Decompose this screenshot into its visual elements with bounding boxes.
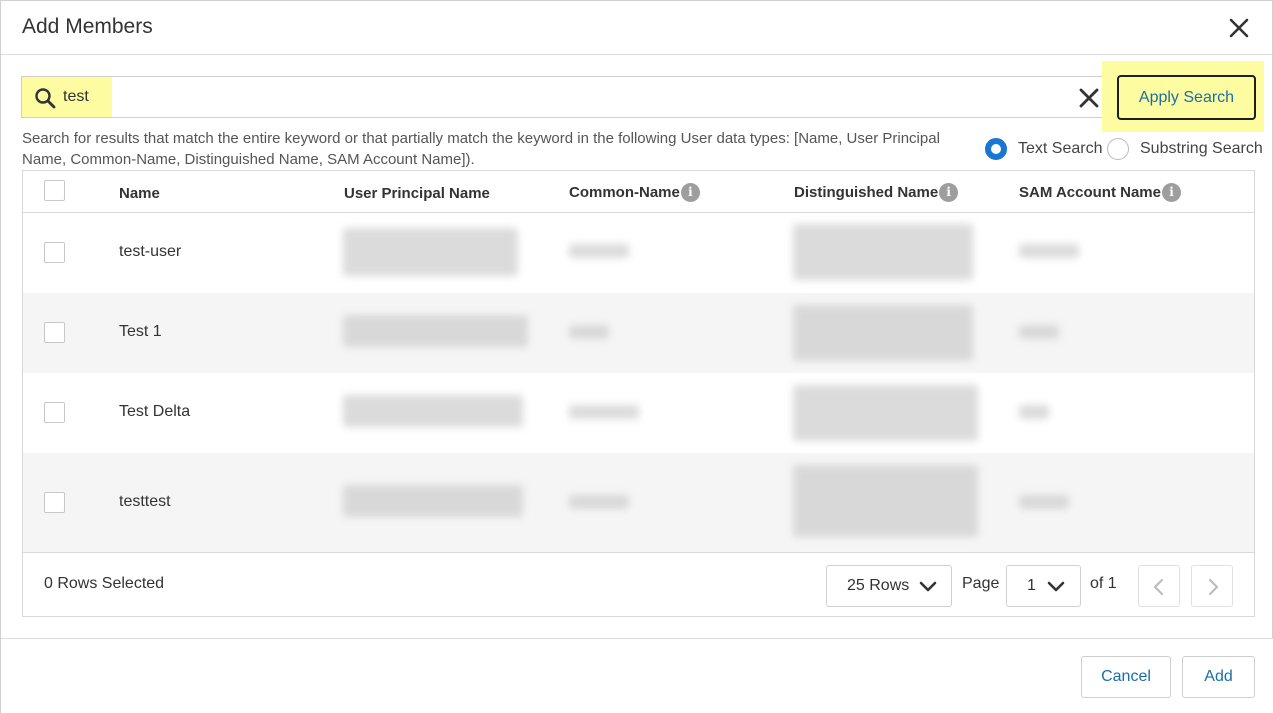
- cell-name: testtest: [119, 493, 171, 510]
- dialog-title: Add Members: [22, 15, 153, 38]
- rows-selected-count: 0 Rows Selected: [44, 575, 165, 592]
- row-checkbox[interactable]: [44, 402, 65, 423]
- chevron-down-icon: [1047, 581, 1065, 592]
- search-hint: Search for results that match the entire…: [22, 130, 940, 168]
- column-header-common-name[interactable]: Common-Name i: [569, 183, 700, 202]
- column-header-distinguished-name[interactable]: Distinguished Name i: [794, 183, 959, 202]
- page-number-select[interactable]: 1: [1006, 565, 1081, 607]
- previous-page-button[interactable]: [1138, 565, 1180, 607]
- dialog-header: Add Members: [1, 1, 1273, 55]
- redacted-distinguished-name: [793, 305, 973, 361]
- radio-unselected-icon: [1107, 138, 1129, 160]
- redacted-distinguished-name: [793, 224, 973, 280]
- redacted-upn: [343, 228, 518, 276]
- table-row[interactable]: test-user: [23, 214, 1254, 293]
- search-icon: [34, 87, 56, 109]
- total-pages: of 1: [1090, 575, 1117, 592]
- dialog-footer: Cancel Add: [1, 638, 1273, 713]
- cell-name: Test 1: [119, 323, 162, 340]
- next-page-button[interactable]: [1191, 565, 1233, 607]
- table-footer: 0 Rows Selected 25 Rows Page 1 of 1: [23, 552, 1254, 616]
- column-header-upn[interactable]: User Principal Name: [344, 185, 490, 202]
- redacted-sam-account: [1019, 325, 1059, 339]
- column-header-name[interactable]: Name: [119, 185, 160, 202]
- redacted-upn: [343, 315, 528, 347]
- page-label: Page: [962, 575, 1000, 592]
- radio-text-search[interactable]: Text Search: [985, 138, 1102, 160]
- chevron-right-icon: [1208, 578, 1219, 596]
- redacted-upn: [343, 395, 523, 427]
- clear-search-icon[interactable]: [1078, 87, 1100, 109]
- redacted-upn: [343, 485, 523, 517]
- table-row[interactable]: Test Delta: [23, 373, 1254, 453]
- redacted-distinguished-name: [793, 385, 978, 441]
- redacted-common-name: [569, 325, 609, 339]
- rows-per-page-select[interactable]: 25 Rows: [826, 565, 952, 607]
- info-icon[interactable]: i: [680, 183, 700, 202]
- chevron-left-icon: [1153, 578, 1164, 596]
- radio-label: Substring Search: [1140, 140, 1263, 157]
- apply-search-button[interactable]: Apply Search: [1117, 75, 1256, 120]
- chevron-down-icon: [919, 581, 937, 592]
- row-checkbox[interactable]: [44, 242, 65, 263]
- close-icon[interactable]: [1227, 16, 1251, 40]
- table-header: Name User Principal Name Common-Name i Di…: [23, 171, 1254, 213]
- radio-substring-search[interactable]: Substring Search: [1107, 138, 1263, 160]
- info-icon[interactable]: i: [939, 183, 959, 202]
- search-input[interactable]: [63, 85, 1063, 109]
- row-checkbox[interactable]: [44, 322, 65, 343]
- cell-name: test-user: [119, 243, 182, 260]
- radio-selected-icon: [985, 138, 1007, 160]
- add-members-dialog: Add Members Apply Search Search for resu…: [0, 0, 1273, 713]
- members-table: Name User Principal Name Common-Name i Di…: [22, 170, 1255, 617]
- redacted-distinguished-name: [793, 465, 978, 537]
- radio-label: Text Search: [1018, 140, 1103, 157]
- search-box: [21, 76, 1111, 118]
- redacted-sam-account: [1019, 405, 1049, 419]
- row-checkbox[interactable]: [44, 492, 65, 513]
- redacted-sam-account: [1019, 495, 1069, 509]
- table-row[interactable]: Test 1: [23, 293, 1254, 373]
- add-button[interactable]: Add: [1182, 656, 1255, 698]
- cell-name: Test Delta: [119, 403, 191, 420]
- redacted-common-name: [569, 405, 639, 419]
- select-all-checkbox[interactable]: [44, 180, 65, 201]
- redacted-sam-account: [1019, 244, 1079, 258]
- redacted-common-name: [569, 495, 629, 509]
- info-icon[interactable]: i: [1161, 183, 1181, 202]
- redacted-common-name: [569, 244, 629, 258]
- table-row[interactable]: testtest: [23, 453, 1254, 552]
- cancel-button[interactable]: Cancel: [1081, 656, 1171, 698]
- column-header-sam-account-name[interactable]: SAM Account Name i: [1019, 183, 1181, 202]
